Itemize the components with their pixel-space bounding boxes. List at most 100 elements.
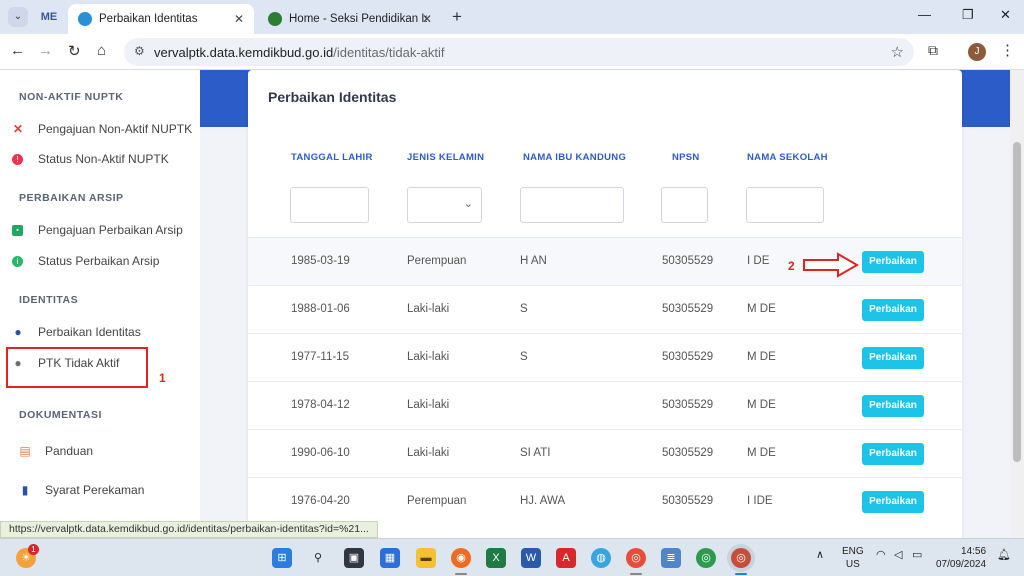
reload-icon[interactable]: ↻ xyxy=(68,42,81,60)
tab-search-dropdown-icon[interactable]: ⌄ xyxy=(8,7,28,27)
browser-menu-icon[interactable]: ⋮ xyxy=(1000,41,1015,59)
sidebar-item-label: Panduan xyxy=(45,444,94,458)
task-view-icon[interactable]: ▣ xyxy=(344,548,364,568)
user-icon: ● xyxy=(14,325,22,339)
column-header-nama-ibu-kandung: NAMA IBU KANDUNG xyxy=(523,152,627,163)
site-info-icon[interactable]: ⚙ xyxy=(134,44,145,58)
cell-tanggal-lahir: 1990-06-10 xyxy=(291,447,350,459)
sidebar-item-pengajuan-arsip[interactable]: ▪ Pengajuan Perbaikan Arsip xyxy=(10,219,195,241)
wifi-icon[interactable]: ◠ xyxy=(876,548,886,561)
filter-nama-sekolah-input[interactable] xyxy=(746,187,824,223)
cell-nama-sekolah: M DE xyxy=(747,399,776,411)
perbaikan-button[interactable]: Perbaikan xyxy=(862,491,924,513)
sidebar-item-status-arsip[interactable]: i Status Perbaikan Arsip xyxy=(10,250,195,272)
perbaikan-button[interactable]: Perbaikan xyxy=(862,299,924,321)
acrobat-icon[interactable]: A xyxy=(556,548,576,568)
excel-icon[interactable]: X xyxy=(486,548,506,568)
cell-npsn: 50305529 xyxy=(662,351,714,363)
close-window-icon[interactable]: ✕ xyxy=(1000,7,1011,23)
annotation-highlight-box xyxy=(6,347,148,388)
perbaikan-button[interactable]: Perbaikan xyxy=(862,251,924,273)
volume-icon[interactable]: ◁ xyxy=(894,548,902,561)
tab-home-seksi[interactable]: Home - Seksi Pendidikan Islam ✕ xyxy=(258,4,442,34)
back-icon[interactable]: ← xyxy=(10,42,25,59)
cell-nama-sekolah: I DE xyxy=(747,255,770,267)
profile-avatar[interactable]: J xyxy=(968,43,986,61)
chrome-active-icon[interactable]: ◎ xyxy=(731,548,751,568)
chrome-icon[interactable]: ◎ xyxy=(626,548,646,568)
cell-tanggal-lahir: 1976-04-20 xyxy=(291,495,350,507)
minimize-icon[interactable]: — xyxy=(918,7,931,22)
cell-nama-ibu: S xyxy=(520,303,528,315)
info-circle-icon: i xyxy=(12,255,23,267)
system-clock[interactable]: 14:56 07/09/2024 xyxy=(936,545,986,571)
address-bar[interactable]: ⚙ vervalptk.data.kemdikbud.go.id/identit… xyxy=(124,38,914,66)
sidebar-item-syarat-perekaman[interactable]: ▮ Syarat Perekaman xyxy=(17,479,202,501)
search-icon[interactable]: ⚲ xyxy=(308,548,328,568)
app-running-indicator xyxy=(455,573,467,575)
word-icon[interactable]: W xyxy=(521,548,541,568)
home-icon[interactable]: ⌂ xyxy=(97,42,106,59)
windows-start-icon[interactable]: ⊞ xyxy=(272,548,292,568)
cell-npsn: 50305529 xyxy=(662,255,714,267)
alert-circle-icon: ! xyxy=(12,153,23,165)
close-tab-icon[interactable]: ✕ xyxy=(234,12,244,26)
sidebar-item-panduan[interactable]: ▤ Panduan xyxy=(17,440,202,462)
page-scrollbar[interactable] xyxy=(1010,70,1024,538)
filter-tanggal-lahir-input[interactable] xyxy=(290,187,369,223)
column-header-npsn: NPSN xyxy=(672,152,700,163)
tray-chevron-icon[interactable]: ∧ xyxy=(816,548,824,561)
language-indicator[interactable]: ENG US xyxy=(842,545,864,571)
clock-time: 14:56 xyxy=(961,546,987,557)
store-icon[interactable]: ▦ xyxy=(380,548,400,568)
kemenag-favicon-icon xyxy=(268,12,282,26)
restore-icon[interactable]: ❐ xyxy=(962,7,974,23)
cell-nama-ibu: SI ATI xyxy=(520,447,551,459)
sidebar-item-label: Pengajuan Non-Aktif NUPTK xyxy=(38,122,193,136)
notification-bell-icon[interactable]: 🔔︎ xyxy=(997,548,1011,561)
notification-badge: 1 xyxy=(28,544,39,555)
filter-nama-ibu-input[interactable] xyxy=(520,187,624,223)
sidebar-item-pengajuan-non-aktif[interactable]: ✕ Pengajuan Non-Aktif NUPTK xyxy=(10,118,195,140)
cell-nama-ibu: HJ. AWA xyxy=(520,495,566,507)
kemdikbud-favicon-icon xyxy=(78,12,92,26)
forward-icon[interactable]: → xyxy=(38,42,53,59)
table-row: 1990-06-10 Laki-laki SI ATI 50305529 M D… xyxy=(248,429,962,477)
chrome-profile-icon[interactable]: ◎ xyxy=(696,548,716,568)
perbaikan-button[interactable]: Perbaikan xyxy=(862,347,924,369)
tab-perbaikan-identitas[interactable]: Perbaikan Identitas ✕ xyxy=(68,4,254,34)
file-explorer-icon[interactable]: ▬ xyxy=(416,548,436,568)
column-header-tanggal-lahir: TANGGAL LAHIR xyxy=(291,152,373,163)
maps-icon[interactable]: ◍ xyxy=(591,548,611,568)
cell-nama-ibu: S xyxy=(520,351,528,363)
new-tab-icon[interactable]: + xyxy=(452,7,462,27)
cell-npsn: 50305529 xyxy=(662,495,714,507)
cell-jenis-kelamin: Laki-laki xyxy=(407,351,450,363)
bookmark-star-icon[interactable]: ☆ xyxy=(891,43,904,61)
table-row: 1988-01-06 Laki-laki S 50305529 M DE Per… xyxy=(248,285,962,333)
tab-label: Perbaikan Identitas xyxy=(99,13,198,25)
sidebar-item-perbaikan-identitas[interactable]: ● Perbaikan Identitas xyxy=(10,321,195,343)
notepad-icon[interactable]: ≣ xyxy=(661,548,681,568)
url-path: /identitas/tidak-aktif xyxy=(333,44,445,60)
perbaikan-identitas-card: Perbaikan Identitas TANGGAL LAHIR JENIS … xyxy=(248,70,962,540)
sidebar-item-status-non-aktif[interactable]: ! Status Non-Aktif NUPTK xyxy=(10,148,195,170)
perbaikan-button[interactable]: Perbaikan xyxy=(862,395,924,417)
filter-jenis-kelamin-select[interactable]: ⌄ xyxy=(407,187,482,223)
id-card-icon: ▪ xyxy=(12,224,23,236)
sidebar-item-label: Syarat Perekaman xyxy=(45,483,145,497)
scrollbar-thumb[interactable] xyxy=(1013,142,1021,462)
extensions-icon[interactable]: ⧉ xyxy=(928,42,938,59)
file-icon: ▮ xyxy=(21,483,29,497)
perbaikan-button[interactable]: Perbaikan xyxy=(862,443,924,465)
filter-npsn-input[interactable] xyxy=(661,187,708,223)
pinned-tab[interactable]: ME xyxy=(36,6,62,28)
firefox-icon[interactable]: ◉ xyxy=(451,548,471,568)
language-code: ENG xyxy=(842,546,864,557)
card-title: Perbaikan Identitas xyxy=(268,89,397,105)
close-tab-icon[interactable]: ✕ xyxy=(422,12,432,26)
url-domain: vervalptk.data.kemdikbud.go.id xyxy=(154,44,334,60)
sidebar: NON-AKTIF NUPTK ✕ Pengajuan Non-Aktif NU… xyxy=(0,70,200,538)
section-heading-non-aktif: NON-AKTIF NUPTK xyxy=(19,91,124,103)
battery-icon[interactable]: ▭ xyxy=(912,548,922,561)
